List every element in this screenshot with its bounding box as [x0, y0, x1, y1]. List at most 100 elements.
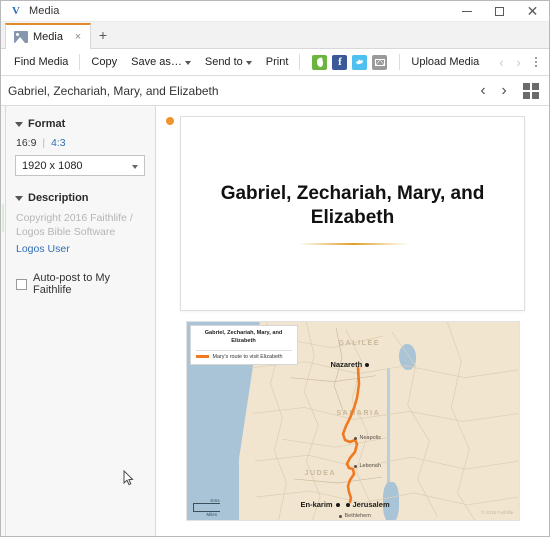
description-section-header[interactable]: Description: [15, 192, 145, 204]
auto-post-row[interactable]: Auto-post to My Faithlife: [16, 272, 145, 296]
tab-label: Media: [33, 31, 63, 43]
region-label-judea: JUDEA: [304, 470, 337, 477]
city-dot: [365, 362, 370, 367]
map-scale-bar: Kms Miles: [192, 498, 220, 517]
toolbar-prev-icon[interactable]: ‹: [493, 51, 510, 73]
legend-route-swatch: [195, 355, 209, 358]
aspect-ratio-16-9[interactable]: 16:9: [16, 137, 36, 149]
new-tab-button[interactable]: +: [91, 22, 115, 48]
format-heading: Format: [28, 118, 66, 130]
bird-glyph: [355, 59, 364, 65]
city-dot: [335, 502, 340, 507]
save-as-button[interactable]: Save as…: [124, 49, 198, 75]
city-nazareth: Nazareth: [331, 360, 370, 369]
title-bar: V Media ✕: [1, 1, 549, 22]
email-share-icon[interactable]: [372, 54, 388, 70]
description-user-link[interactable]: Logos User: [16, 243, 145, 255]
tab-close-icon[interactable]: ×: [72, 31, 84, 43]
toolbar-separator: [299, 54, 301, 70]
aspect-ratio-row: 16:9 | 4:3: [16, 137, 145, 149]
verbum-v-logo-icon: V: [6, 4, 26, 17]
chevron-down-icon: [184, 61, 191, 65]
city-dot: [345, 502, 350, 507]
toolbar-separator: [79, 54, 81, 70]
header-next-icon[interactable]: ›: [494, 79, 514, 103]
legend-route-row: Mary's route to visit Elizabeth: [195, 353, 292, 360]
city-label: Nazareth: [330, 360, 363, 369]
flame-glyph: [316, 56, 324, 68]
left-edge-rail[interactable]: [1, 106, 6, 536]
send-to-button[interactable]: Send to: [198, 49, 259, 75]
city-dot: [353, 464, 357, 468]
city-lebonah: Lebonah: [353, 463, 381, 469]
city-neapolis: Neapolis: [353, 435, 381, 441]
city-en-karim: En-karim: [301, 500, 340, 509]
region-label-galilee: GALILEE: [338, 340, 381, 347]
header-nav-group: ‹ ›: [473, 79, 543, 103]
application-root: V Media ✕ Media × + Find Media Copy Save…: [0, 0, 550, 542]
aspect-ratio-divider: |: [42, 137, 46, 149]
send-to-label: Send to: [204, 56, 243, 68]
unsaved-change-dot: [166, 117, 174, 125]
save-as-label: Save as…: [131, 56, 182, 68]
facebook-share-icon[interactable]: f: [332, 54, 348, 70]
print-button[interactable]: Print: [259, 49, 296, 75]
close-button[interactable]: ✕: [516, 1, 549, 21]
maximize-button[interactable]: [483, 1, 516, 21]
aspect-ratio-4-3[interactable]: 4:3: [51, 137, 66, 149]
envelope-glyph: [374, 58, 385, 66]
auto-post-checkbox[interactable]: [16, 278, 27, 290]
region-label-samaria: SAMARIA: [336, 410, 381, 417]
chevron-down-icon: [15, 121, 23, 127]
faithlife-share-icon[interactable]: [312, 54, 328, 70]
city-label: Bethlehem: [344, 513, 371, 519]
city-jerusalem: Jerusalem: [345, 500, 390, 509]
copy-button[interactable]: Copy: [84, 49, 124, 75]
grid-view-icon[interactable]: [519, 79, 543, 103]
header-prev-icon[interactable]: ‹: [473, 79, 493, 103]
toolbar-separator: [399, 54, 401, 70]
find-media-button[interactable]: Find Media: [7, 49, 75, 75]
upload-media-button[interactable]: Upload Media: [404, 49, 486, 75]
scale-unit-miles: Miles: [206, 512, 218, 517]
window-controls: ✕: [450, 1, 549, 21]
legend-divider: [195, 349, 292, 351]
legend-route-label: Mary's route to visit Elizabeth: [212, 353, 283, 360]
twitter-share-icon[interactable]: [352, 54, 368, 70]
tab-strip: Media × +: [1, 22, 549, 49]
resolution-select[interactable]: 1920 x 1080: [15, 155, 145, 176]
slide-accent-rule: [297, 242, 408, 245]
kebab-menu-icon[interactable]: [527, 51, 545, 73]
toolbar-right-group: ‹ ›: [493, 51, 549, 73]
map-slide-preview[interactable]: GALILEE SAMARIA JUDEA Nazareth Neapolis: [185, 321, 520, 521]
minimize-icon: [461, 10, 472, 12]
title-slide-preview[interactable]: Gabriel, Zechariah, Mary, and Elizabeth: [180, 116, 525, 311]
resource-header-bar: Gabriel, Zechariah, Mary, and Elizabeth …: [1, 76, 549, 106]
chevron-down-icon: [132, 164, 138, 169]
page-title: Gabriel, Zechariah, Mary, and Elizabeth: [8, 83, 219, 98]
window-title: Media: [29, 5, 60, 17]
legend-title: Gabriel, Zechariah, Mary, and Elizabeth: [204, 330, 283, 344]
resolution-value: 1920 x 1080: [22, 159, 83, 172]
image-tab-icon: [14, 31, 28, 43]
description-copyright: Copyright 2016 Faithlife / Logos Bible S…: [16, 212, 133, 239]
chevron-down-icon: [245, 61, 252, 65]
format-section-header[interactable]: Format: [15, 118, 145, 130]
toolbar: Find Media Copy Save as… Send to Print f…: [1, 49, 549, 76]
properties-sidebar: Format 16:9 | 4:3 1920 x 1080 Descriptio…: [6, 106, 156, 536]
social-share-group: f: [304, 54, 395, 70]
city-label: Jerusalem: [352, 500, 390, 509]
maximize-icon: [495, 6, 504, 16]
media-content-area: Gabriel, Zechariah, Mary, and Elizabeth: [156, 106, 549, 536]
scale-bar-graphic: Kms Miles: [192, 498, 220, 517]
toolbar-next-icon[interactable]: ›: [510, 51, 527, 73]
logo-glyph: V: [12, 4, 20, 17]
city-dot: [338, 514, 342, 518]
auto-post-label: Auto-post to My Faithlife: [33, 272, 111, 297]
close-icon: ✕: [526, 3, 539, 19]
tab-media[interactable]: Media ×: [5, 23, 91, 49]
city-bethlehem: Bethlehem: [338, 513, 371, 519]
city-dot: [353, 436, 357, 440]
chevron-down-icon: [15, 195, 23, 201]
minimize-button[interactable]: [450, 1, 483, 21]
